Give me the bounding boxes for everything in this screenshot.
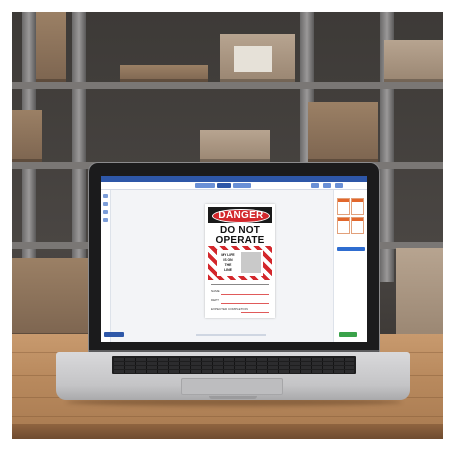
laptop-screen: DANGER DO NOT OPERATE MY LIFE IS ON THE …: [101, 176, 367, 342]
toolbar-tab[interactable]: [335, 183, 343, 188]
box: [36, 12, 66, 82]
left-tool-icon[interactable]: [103, 194, 108, 198]
box-label: [234, 46, 272, 72]
field-line: [241, 312, 269, 313]
small-line: LINE: [224, 268, 232, 272]
small-line: IS ON: [223, 258, 233, 262]
zoom-slider[interactable]: [196, 334, 266, 336]
panel-thumbnail-icon[interactable]: [337, 198, 350, 215]
bottom-right-button[interactable]: [339, 332, 357, 337]
field-line: [221, 303, 269, 304]
field-label: DEPT: [211, 298, 220, 302]
box: [384, 40, 443, 82]
small-line: THE: [224, 263, 232, 267]
photo-placeholder: [241, 252, 261, 273]
desk-edge: [12, 424, 443, 439]
box: [200, 130, 270, 162]
divider: [211, 284, 269, 285]
field-line: [221, 294, 269, 295]
field-label: EXPECTED COMPLETION: [211, 307, 248, 311]
toolbar-tab[interactable]: [195, 183, 215, 188]
toolbar-tab[interactable]: [311, 183, 319, 188]
box: [308, 102, 378, 162]
toolbar-tab[interactable]: [217, 183, 231, 188]
danger-label: DANGER: [212, 209, 270, 223]
box: [396, 248, 443, 338]
danger-tag-document[interactable]: DANGER DO NOT OPERATE MY LIFE IS ON THE …: [205, 204, 275, 318]
panel-thumbnail-icon[interactable]: [351, 217, 364, 234]
app-toolbar: [101, 182, 367, 190]
shelf-bar: [12, 82, 443, 89]
headline-line-2: OPERATE: [215, 235, 265, 246]
panel-thumbnail-icon[interactable]: [351, 198, 364, 215]
toolbar-tab[interactable]: [323, 183, 331, 188]
field-label: NAME: [211, 289, 220, 293]
bottom-left-button[interactable]: [104, 332, 124, 337]
left-toolbar: [101, 190, 111, 342]
left-tool-icon[interactable]: [103, 218, 108, 222]
left-tool-icon[interactable]: [103, 210, 108, 214]
box: [120, 65, 208, 82]
box: [12, 258, 94, 336]
small-line: MY LIFE: [221, 253, 235, 257]
panel-thumbnail-icon[interactable]: [337, 217, 350, 234]
toolbar-tab[interactable]: [233, 183, 251, 188]
panel-action-button[interactable]: [337, 247, 365, 251]
box: [12, 110, 42, 162]
lid-notch: [209, 396, 257, 399]
right-panel: [333, 190, 367, 342]
trackpad: [181, 378, 283, 395]
left-tool-icon[interactable]: [103, 202, 108, 206]
keyboard: [112, 356, 356, 374]
